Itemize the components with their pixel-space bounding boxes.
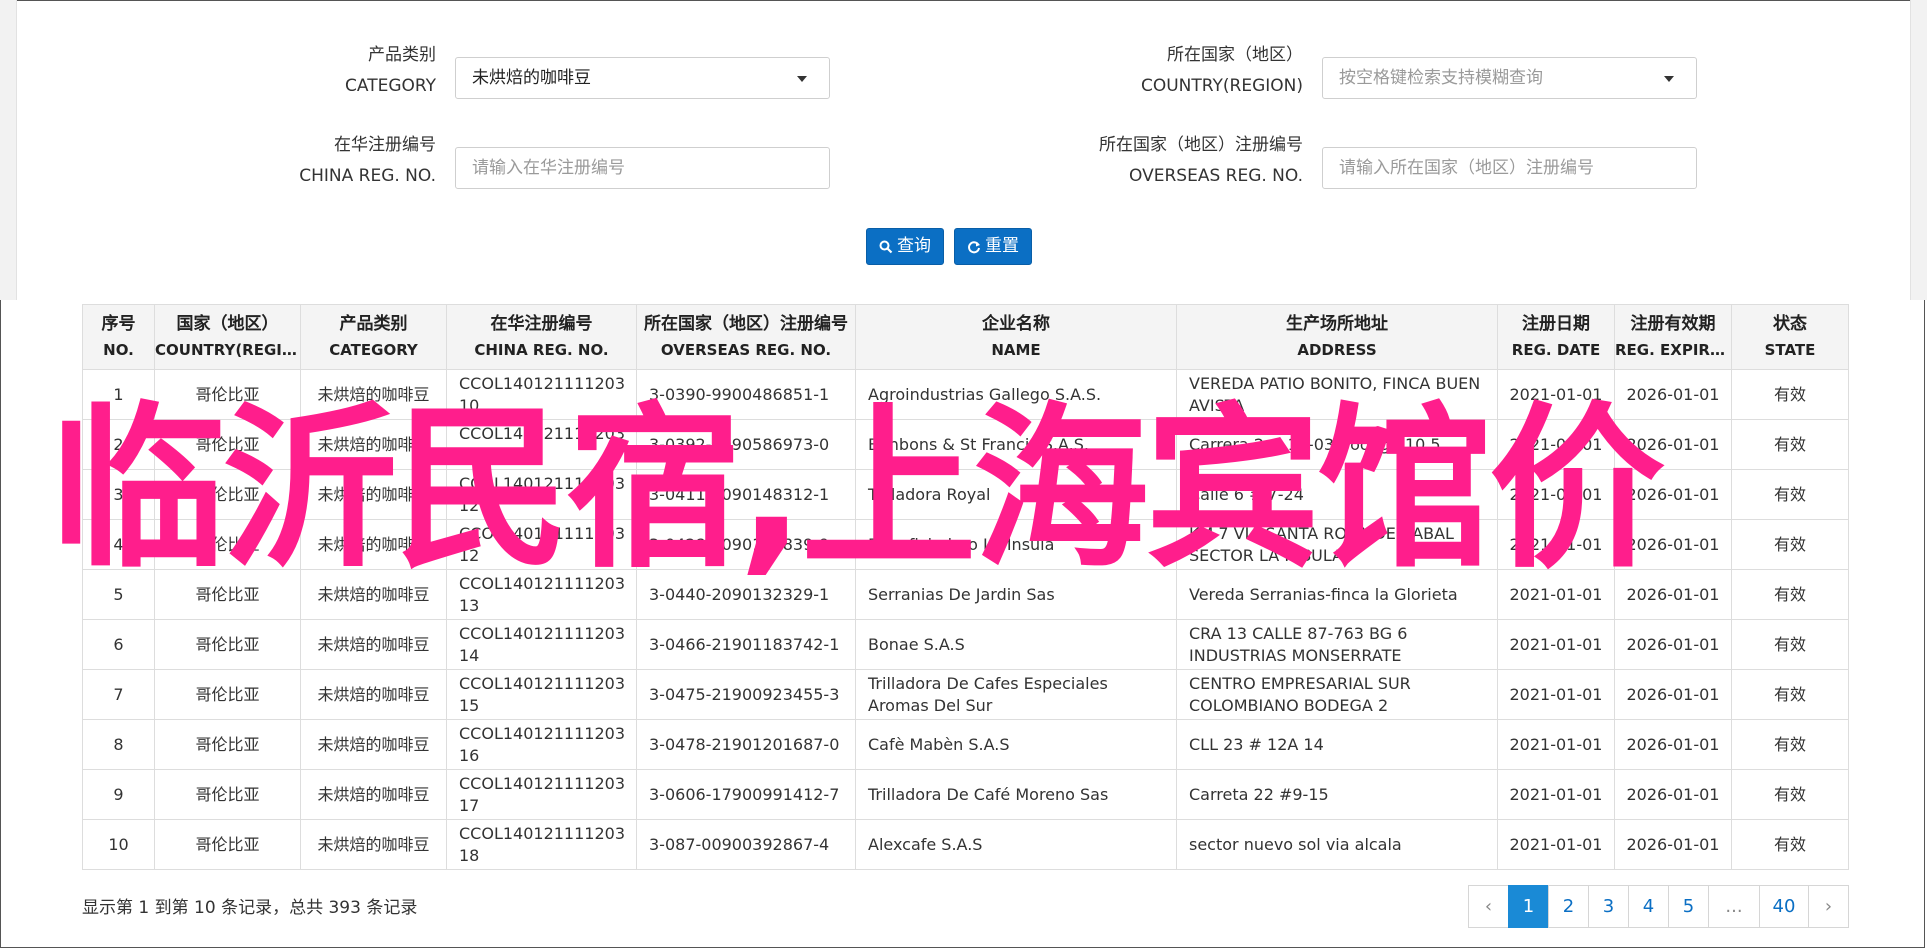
table-cell: 6: [82, 619, 155, 670]
left-scroll-gutter: [0, 0, 17, 300]
table-cell: Carreta 22 #9-15: [1176, 769, 1498, 820]
table-cell: 未烘焙的咖啡豆: [300, 819, 447, 870]
table-cell: 10: [82, 819, 155, 870]
table-cell: Bonae S.A.S: [855, 619, 1177, 670]
pagination: ‹ 1 2 3 4 5... 40 ›: [1468, 885, 1849, 928]
table-row[interactable]: 7 哥伦比亚 未烘焙的咖啡豆 CCOL140121111203 15 3-0475-21…: [82, 669, 1849, 720]
refresh-icon: [968, 240, 980, 253]
prev-page-button[interactable]: ‹: [1468, 885, 1509, 928]
next-page-button[interactable]: ›: [1808, 885, 1849, 928]
table-cell: Cafè Mabèn S.A.S: [855, 719, 1177, 770]
table-cell: 3-0475-21900923455-3: [636, 669, 856, 720]
table-cell: 未烘焙的咖啡豆: [300, 619, 447, 670]
table-cell: 3-0478-21901201687-0: [636, 719, 856, 770]
table-cell: 哥伦比亚: [154, 819, 301, 870]
table-cell: 哥伦比亚: [154, 769, 301, 820]
table-cell: CCOL140121111203 17: [446, 769, 637, 820]
table-cell: 有效: [1731, 619, 1849, 670]
column-header[interactable]: 生产场所地址 ADDRESS: [1176, 304, 1498, 370]
column-header[interactable]: 序号 NO.: [82, 304, 155, 370]
overseas-reg-label: 所在国家（地区）注册编号 OVERSEAS REG. NO.: [1099, 135, 1303, 186]
table-cell: 2026-01-01: [1614, 819, 1732, 870]
table-row[interactable]: 8 哥伦比亚 未烘焙的咖啡豆 CCOL140121111203 16 3-0478-21…: [82, 719, 1849, 770]
right-scrollbar[interactable]: [1910, 0, 1927, 300]
table-cell: CCOL140121111203 15: [446, 669, 637, 720]
table-cell: CCOL140121111203 14: [446, 619, 637, 670]
table-row[interactable]: 10 哥伦比亚 未烘焙的咖啡豆 CCOL140121111203 18 3-087-00…: [82, 819, 1849, 870]
page-button[interactable]: 2: [1548, 885, 1589, 928]
overseas-reg-input[interactable]: 请输入所在国家（地区）注册编号: [1322, 147, 1697, 189]
table-cell: 未烘焙的咖啡豆: [300, 669, 447, 720]
category-label: 产品类别 CATEGORY: [345, 45, 436, 96]
column-header[interactable]: 产品类别 CATEGORY: [300, 304, 447, 370]
table-cell: 3-0606-17900991412-7: [636, 769, 856, 820]
table-cell: 有效: [1731, 469, 1849, 520]
table-cell: Trilladora De Cafes Especiales Aromas De…: [855, 669, 1177, 720]
table-cell: sector nuevo sol via alcala: [1176, 819, 1498, 870]
china-reg-input[interactable]: 请输入在华注册编号: [455, 147, 830, 189]
page-button[interactable]: 1: [1508, 885, 1549, 928]
table-cell: 有效: [1731, 819, 1849, 870]
record-summary: 显示第 1 到第 10 条记录，总共 393 条记录: [82, 898, 418, 918]
table-cell: 3-0466-21901183742-1: [636, 619, 856, 670]
table-cell: 3-087-00900392867-4: [636, 819, 856, 870]
table-cell: 2026-01-01: [1614, 619, 1732, 670]
chevron-down-icon: [797, 76, 807, 82]
table-header-row: 序号 NO. 国家（地区） COUNTRY(REGIO... 产品类别 CATEGORY 在…: [82, 304, 1849, 370]
page-button[interactable]: 5: [1668, 885, 1709, 928]
page-button[interactable]: 4: [1628, 885, 1669, 928]
table-cell: 9: [82, 769, 155, 820]
table-cell: 2026-01-01: [1614, 669, 1732, 720]
table-row[interactable]: 9 哥伦比亚 未烘焙的咖啡豆 CCOL140121111203 17 3-0606-17…: [82, 769, 1849, 820]
table-row[interactable]: 6 哥伦比亚 未烘焙的咖啡豆 CCOL140121111203 14 3-0466-21…: [82, 619, 1849, 670]
table-cell: 2021-01-01: [1497, 769, 1615, 820]
column-header[interactable]: 企业名称 NAME: [855, 304, 1177, 370]
page-button[interactable]: 40: [1759, 885, 1809, 928]
table-cell: 8: [82, 719, 155, 770]
table-cell: 2021-01-01: [1497, 719, 1615, 770]
table-cell: CCOL140121111203 16: [446, 719, 637, 770]
table-cell: Alexcafe S.A.S: [855, 819, 1177, 870]
category-select[interactable]: 未烘焙的咖啡豆: [455, 57, 830, 99]
table-cell: CRA 13 CALLE 87-763 BG 6 INDUSTRIAS MONS…: [1176, 619, 1498, 670]
column-header[interactable]: 状态 STATE: [1731, 304, 1849, 370]
china-reg-label: 在华注册编号 CHINA REG. NO.: [299, 135, 436, 186]
country-label: 所在国家（地区） COUNTRY(REGION): [1140, 45, 1303, 96]
table-cell: 哥伦比亚: [154, 669, 301, 720]
overlay-watermark-text: 临沂民宿,上海宾馆价: [50, 387, 1665, 592]
table-cell: CLL 23 # 12A 14: [1176, 719, 1498, 770]
table-cell: 哥伦比亚: [154, 619, 301, 670]
table-cell: 有效: [1731, 369, 1849, 420]
search-button[interactable]: 查询: [866, 228, 944, 265]
column-header[interactable]: 在华注册编号 CHINA REG. NO.: [446, 304, 637, 370]
table-cell: 有效: [1731, 419, 1849, 470]
search-icon: [879, 240, 893, 253]
column-header[interactable]: 所在国家（地区）注册编号 OVERSEAS REG. NO.: [636, 304, 856, 370]
page-button[interactable]: 3: [1588, 885, 1629, 928]
table-cell: 有效: [1731, 569, 1849, 620]
table-cell: 2021-01-01: [1497, 819, 1615, 870]
table-cell: 未烘焙的咖啡豆: [300, 719, 447, 770]
page-button[interactable]: ...: [1708, 885, 1760, 928]
table-cell: Trilladora De Café Moreno Sas: [855, 769, 1177, 820]
chevron-down-icon: [1664, 76, 1674, 82]
table-cell: 有效: [1731, 669, 1849, 720]
column-header[interactable]: 注册有效期 REG. EXPIRE ...: [1614, 304, 1732, 370]
country-select[interactable]: 按空格键检索支持模糊查询: [1322, 57, 1697, 99]
table-cell: 有效: [1731, 719, 1849, 770]
column-header[interactable]: 注册日期 REG. DATE: [1497, 304, 1615, 370]
table-cell: 2021-01-01: [1497, 669, 1615, 720]
table-cell: CENTRO EMPRESARIAL SUR COLOMBIANO BODEGA…: [1176, 669, 1498, 720]
table-cell: 2026-01-01: [1614, 769, 1732, 820]
table-cell: 2021-01-01: [1497, 619, 1615, 670]
column-header[interactable]: 国家（地区） COUNTRY(REGIO...: [154, 304, 301, 370]
table-cell: CCOL140121111203 18: [446, 819, 637, 870]
table-cell: 哥伦比亚: [154, 719, 301, 770]
table-cell: 7: [82, 669, 155, 720]
table-cell: 有效: [1731, 519, 1849, 570]
table-cell: 未烘焙的咖啡豆: [300, 769, 447, 820]
table-cell: 2026-01-01: [1614, 719, 1732, 770]
reset-button[interactable]: 重置: [954, 228, 1032, 265]
table-cell: 有效: [1731, 769, 1849, 820]
